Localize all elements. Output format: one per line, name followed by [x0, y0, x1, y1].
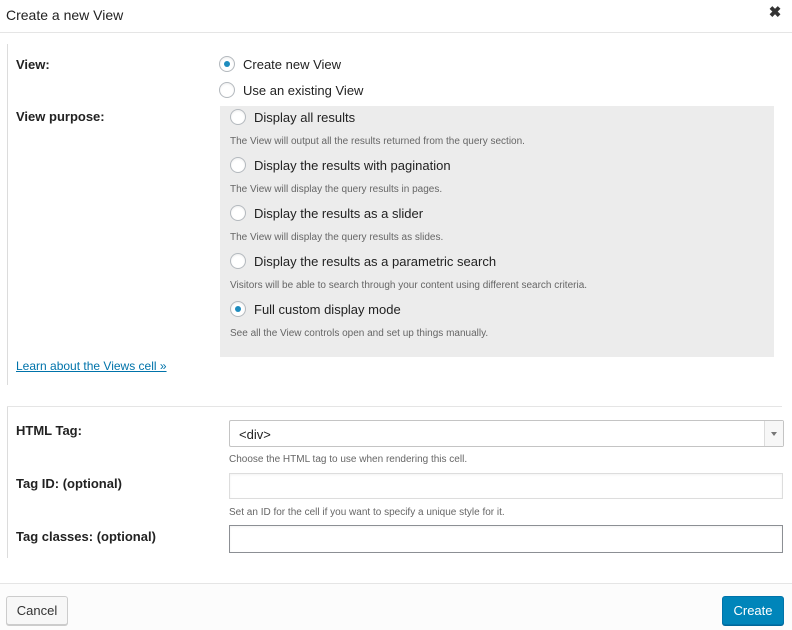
- radio-label[interactable]: Use an existing View: [243, 83, 363, 98]
- dialog-title: Create a new View: [6, 7, 124, 23]
- radio-label[interactable]: Display the results as a parametric sear…: [254, 254, 496, 269]
- tag-classes-input[interactable]: [229, 525, 783, 553]
- section-border: [7, 406, 8, 558]
- radio-label[interactable]: Full custom display mode: [254, 302, 401, 317]
- section-divider: [7, 406, 782, 407]
- tag-id-input[interactable]: [229, 473, 783, 499]
- view-label: View:: [16, 57, 50, 72]
- option-description: The View will output all the results ret…: [230, 136, 525, 147]
- learn-views-cell-link[interactable]: Learn about the Views cell »: [16, 359, 167, 373]
- tag-id-label: Tag ID: (optional): [16, 476, 122, 491]
- html-tag-select[interactable]: <div>: [229, 420, 784, 447]
- tag-id-help: Set an ID for the cell if you want to sp…: [229, 507, 505, 518]
- tag-classes-label: Tag classes: (optional): [16, 529, 156, 544]
- html-tag-help: Choose the HTML tag to use when renderin…: [229, 454, 468, 465]
- chevron-down-icon[interactable]: [764, 421, 783, 446]
- option-description: The View will display the query results …: [230, 184, 443, 195]
- option-description: The View will display the query results …: [230, 232, 444, 243]
- radio-label[interactable]: Display the results as a slider: [254, 206, 423, 221]
- radio-display-pagination[interactable]: [230, 157, 246, 173]
- option-description: Visitors will be able to search through …: [230, 280, 588, 291]
- close-icon[interactable]: ✖: [767, 4, 783, 22]
- radio-use-existing-view[interactable]: [219, 82, 235, 98]
- radio-label[interactable]: Display all results: [254, 110, 355, 125]
- cancel-button[interactable]: Cancel: [6, 596, 68, 625]
- dialog-footer: Cancel Create: [0, 583, 792, 630]
- radio-full-custom-display[interactable]: [230, 301, 246, 317]
- radio-create-new-view[interactable]: [219, 56, 235, 72]
- create-button[interactable]: Create: [722, 596, 784, 625]
- radio-display-slider[interactable]: [230, 205, 246, 221]
- radio-display-parametric-search[interactable]: [230, 253, 246, 269]
- html-tag-value: <div>: [239, 427, 271, 442]
- radio-label[interactable]: Display the results with pagination: [254, 158, 451, 173]
- radio-display-all-results[interactable]: [230, 109, 246, 125]
- section-border: [7, 44, 8, 385]
- radio-label[interactable]: Create new View: [243, 57, 341, 72]
- option-description: See all the View controls open and set u…: [230, 328, 489, 339]
- html-tag-label: HTML Tag:: [16, 423, 82, 438]
- dialog-titlebar: Create a new View ✖: [0, 0, 792, 33]
- view-purpose-label: View purpose:: [16, 109, 105, 124]
